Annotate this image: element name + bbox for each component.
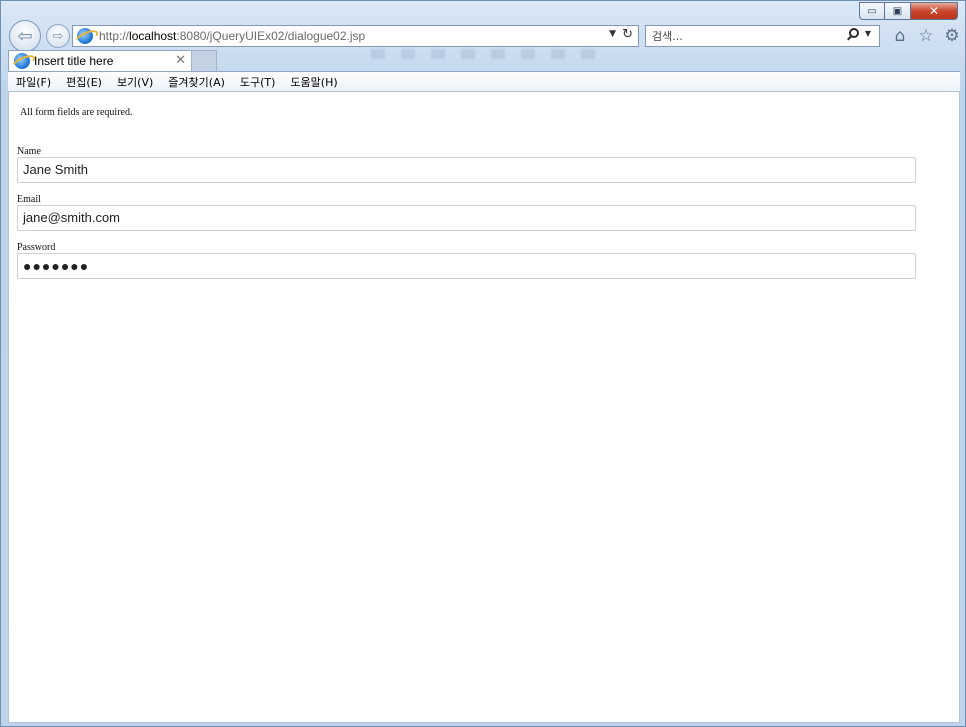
email-field[interactable]: jane@smith.com: [17, 205, 916, 231]
refresh-icon[interactable]: ↻: [622, 27, 633, 42]
form-tip: All form fields are required.: [20, 107, 133, 118]
new-tab-button[interactable]: [191, 50, 217, 71]
tab-active[interactable]: Insert title here ✕: [8, 50, 193, 71]
back-arrow-icon: ⇦: [17, 25, 33, 47]
forward-button[interactable]: ⇨: [46, 24, 70, 48]
minimize-button[interactable]: ▭: [859, 2, 885, 20]
menu-edit[interactable]: 편집(E): [66, 74, 102, 90]
menu-bar: 파일(F) 편집(E) 보기(V) 즐겨찾기(A) 도구(T) 도움말(H): [8, 71, 960, 92]
close-icon: ✕: [928, 4, 940, 18]
page-content: All form fields are required. Name Jane …: [8, 92, 960, 723]
gear-icon[interactable]: ⚙: [942, 26, 962, 46]
email-label: Email: [17, 194, 41, 205]
home-icon[interactable]: ⌂: [890, 26, 910, 46]
menu-help[interactable]: 도움말(H): [290, 74, 337, 90]
toolbar-icons: ⌂ ☆ ⚙: [890, 26, 962, 46]
search-dropdown-icon: ▼: [864, 28, 871, 38]
tab-title: Insert title here: [34, 54, 114, 68]
blurred-background: [371, 49, 611, 59]
search-button[interactable]: ▼: [848, 28, 871, 38]
password-field[interactable]: ●●●●●●●: [17, 253, 916, 279]
menu-file[interactable]: 파일(F): [16, 74, 51, 90]
address-bar[interactable]: http://localhost:8080/jQueryUIEx02/dialo…: [72, 25, 639, 47]
star-icon[interactable]: ☆: [916, 26, 936, 46]
forward-arrow-icon: ⇨: [52, 28, 64, 44]
ie-logo-icon: [77, 28, 93, 44]
address-dropdown-icon[interactable]: ▼: [609, 29, 616, 39]
url-scheme: http://: [99, 29, 130, 43]
url-path: :8080/jQueryUIEx02/dialogue02.jsp: [176, 29, 366, 43]
maximize-icon: ▣: [892, 5, 903, 17]
name-field[interactable]: Jane Smith: [17, 157, 916, 183]
tab-close-icon[interactable]: ✕: [175, 53, 186, 68]
search-icon: [848, 28, 859, 38]
address-url[interactable]: http://localhost:8080/jQueryUIEx02/dialo…: [99, 29, 365, 43]
maximize-button[interactable]: ▣: [885, 2, 911, 20]
password-label: Password: [17, 242, 56, 253]
search-input[interactable]: 검색...: [652, 28, 683, 44]
browser-window: ▭ ▣ ✕ ⇦ ⇨ http://localhost:8080/jQueryUI…: [0, 0, 966, 727]
name-label: Name: [17, 146, 41, 157]
search-box[interactable]: 검색... ▼: [645, 25, 880, 47]
menu-view[interactable]: 보기(V): [117, 74, 153, 90]
menu-favorites[interactable]: 즐겨찾기(A): [168, 74, 225, 90]
close-window-button[interactable]: ✕: [911, 2, 958, 20]
window-controls: ▭ ▣ ✕: [859, 2, 958, 20]
url-host: localhost: [129, 29, 177, 43]
minimize-icon: ▭: [867, 5, 877, 17]
menu-tools[interactable]: 도구(T): [240, 74, 276, 90]
back-button[interactable]: ⇦: [9, 20, 41, 52]
tab-ie-icon: [14, 53, 30, 69]
